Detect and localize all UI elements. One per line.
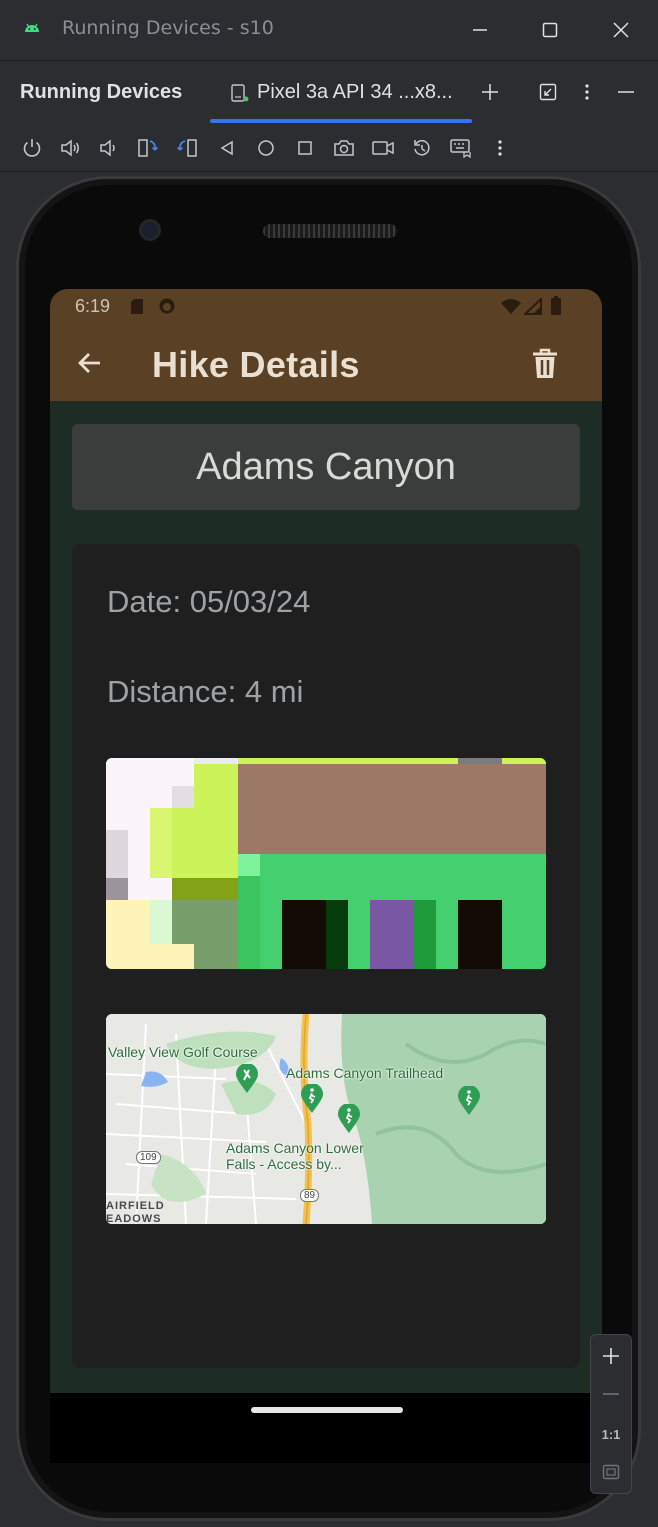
- route-89-shield: 89: [300, 1189, 320, 1202]
- home-button[interactable]: [252, 134, 280, 162]
- fit-screen-icon: [602, 1464, 620, 1480]
- map-label-lower-falls-line1: Adams Canyon Lower: [226, 1140, 364, 1156]
- zoom-controls: 1:1: [590, 1334, 632, 1494]
- route-109-shield: 109: [136, 1151, 161, 1164]
- minimize-panel-icon: [618, 91, 634, 93]
- navigate-back-button[interactable]: [70, 343, 110, 383]
- device-screen[interactable]: 6:19 Hike Details Adams Canyon Date: 05/…: [50, 289, 602, 1393]
- trash-icon: [533, 348, 557, 378]
- add-icon: [482, 84, 498, 100]
- rotate-right-button[interactable]: [173, 134, 201, 162]
- sd-card-icon: [131, 299, 143, 314]
- zoom-in-button[interactable]: [591, 1337, 631, 1375]
- panel-options-button[interactable]: [570, 75, 604, 109]
- top-app-bar: Hike Details: [50, 325, 602, 401]
- toolbar-more-button[interactable]: [486, 134, 514, 162]
- map-label-fairfield-line2: EADOWS: [106, 1213, 162, 1224]
- device-icon: [231, 84, 249, 102]
- device-display: 6:19 Hike Details Adams Canyon Date: 05/…: [0, 172, 658, 1527]
- hike-date: Date: 05/03/24: [107, 584, 311, 619]
- screen-record-button[interactable]: [369, 134, 397, 162]
- hide-panel-button[interactable]: [609, 75, 643, 109]
- arrow-back-icon: [78, 353, 100, 373]
- more-vertical-icon: [585, 84, 589, 100]
- volume-up-icon: [61, 139, 79, 157]
- active-tab-indicator: [210, 119, 472, 123]
- android-icon: [25, 23, 39, 32]
- hiking-pin-icon[interactable]: [457, 1086, 481, 1116]
- screen-record-icon: [372, 141, 394, 155]
- hike-name-card: Adams Canyon: [72, 424, 580, 510]
- signal-icon: [524, 298, 542, 315]
- earpiece-speaker: [263, 224, 397, 238]
- page-title: Hike Details: [152, 344, 360, 385]
- restore-icon: [539, 83, 557, 101]
- volume-down-icon: [100, 139, 115, 157]
- window-title: Running Devices - s10: [62, 17, 274, 39]
- golf-pin-icon[interactable]: [235, 1064, 259, 1094]
- window-titlebar: Running Devices - s10: [0, 0, 658, 60]
- status-time: 6:19: [75, 296, 111, 316]
- reset-icon: [414, 140, 430, 156]
- screenshot-button[interactable]: [330, 134, 358, 162]
- minimize-icon: [473, 29, 487, 31]
- screenshot-icon: [334, 140, 354, 156]
- overview-icon: [298, 141, 312, 155]
- rotate-right-icon: [176, 139, 197, 157]
- map-label-trailhead: Adams Canyon Trailhead: [286, 1065, 444, 1081]
- running-devices-header: Running Devices Pixel 3a API 34 ...x8...: [0, 60, 658, 124]
- volume-up-button[interactable]: [56, 134, 84, 162]
- map-label-fairfield-line1: AIRFIELD: [106, 1200, 165, 1212]
- hike-distance: Distance: 4 mi: [107, 674, 304, 709]
- wifi-icon: [501, 299, 521, 314]
- close-icon: [613, 22, 629, 38]
- delete-hike-button[interactable]: [524, 343, 566, 385]
- overview-button[interactable]: [291, 134, 319, 162]
- actual-size-button[interactable]: 1:1: [591, 1415, 631, 1453]
- keyboard-button[interactable]: [447, 134, 475, 162]
- phone-frame: 6:19 Hike Details Adams Canyon Date: 05/…: [16, 176, 641, 1521]
- fit-screen-button[interactable]: [591, 1453, 631, 1491]
- emulator-toolbar: [0, 124, 658, 172]
- actual-size-label: 1:1: [601, 1426, 621, 1442]
- back-icon: [220, 140, 233, 156]
- battery-icon: [551, 296, 561, 315]
- zoom-out-button[interactable]: [591, 1375, 631, 1413]
- zoom-out-icon: [603, 1393, 619, 1395]
- maximize-icon: [542, 22, 558, 38]
- minimize-window-button[interactable]: [462, 12, 498, 48]
- front-camera: [139, 219, 161, 241]
- reset-button[interactable]: [408, 134, 436, 162]
- app-notification-icon: [159, 298, 175, 314]
- home-icon: [258, 140, 274, 156]
- device-tab[interactable]: Pixel 3a API 34 ...x8...: [210, 61, 472, 123]
- power-button[interactable]: [18, 134, 46, 162]
- volume-down-button[interactable]: [94, 134, 122, 162]
- rotate-left-button[interactable]: [134, 134, 162, 162]
- keyboard-icon: [450, 139, 471, 159]
- panel-title: Running Devices: [20, 81, 183, 103]
- back-button[interactable]: [213, 134, 241, 162]
- add-device-button[interactable]: [473, 75, 507, 109]
- trail-map[interactable]: Valley View Golf Course Adams Canyon Tra…: [106, 1014, 546, 1224]
- gesture-nav-bar: [50, 1393, 602, 1463]
- hike-details-card: Date: 05/03/24 Distance: 4 mi Valley Vie…: [72, 544, 580, 1368]
- maximize-window-button[interactable]: [532, 12, 568, 48]
- device-tab-label: Pixel 3a API 34 ...x8...: [257, 81, 453, 103]
- restore-panel-button[interactable]: [531, 75, 565, 109]
- hike-name: Adams Canyon: [196, 445, 456, 488]
- hike-photo[interactable]: [106, 758, 546, 969]
- hiking-pin-icon[interactable]: [337, 1104, 361, 1134]
- zoom-in-icon: [603, 1348, 619, 1364]
- status-bar: 6:19: [50, 289, 602, 325]
- power-icon: [23, 139, 41, 157]
- map-label-lower-falls-line2: Falls - Access by...: [226, 1156, 342, 1172]
- hiking-pin-icon[interactable]: [300, 1084, 324, 1114]
- map-label-golf-course: Valley View Golf Course: [108, 1044, 258, 1060]
- close-window-button[interactable]: [603, 12, 639, 48]
- rotate-left-icon: [138, 139, 159, 157]
- more-vertical-icon: [498, 140, 502, 156]
- home-gesture-handle[interactable]: [251, 1407, 403, 1413]
